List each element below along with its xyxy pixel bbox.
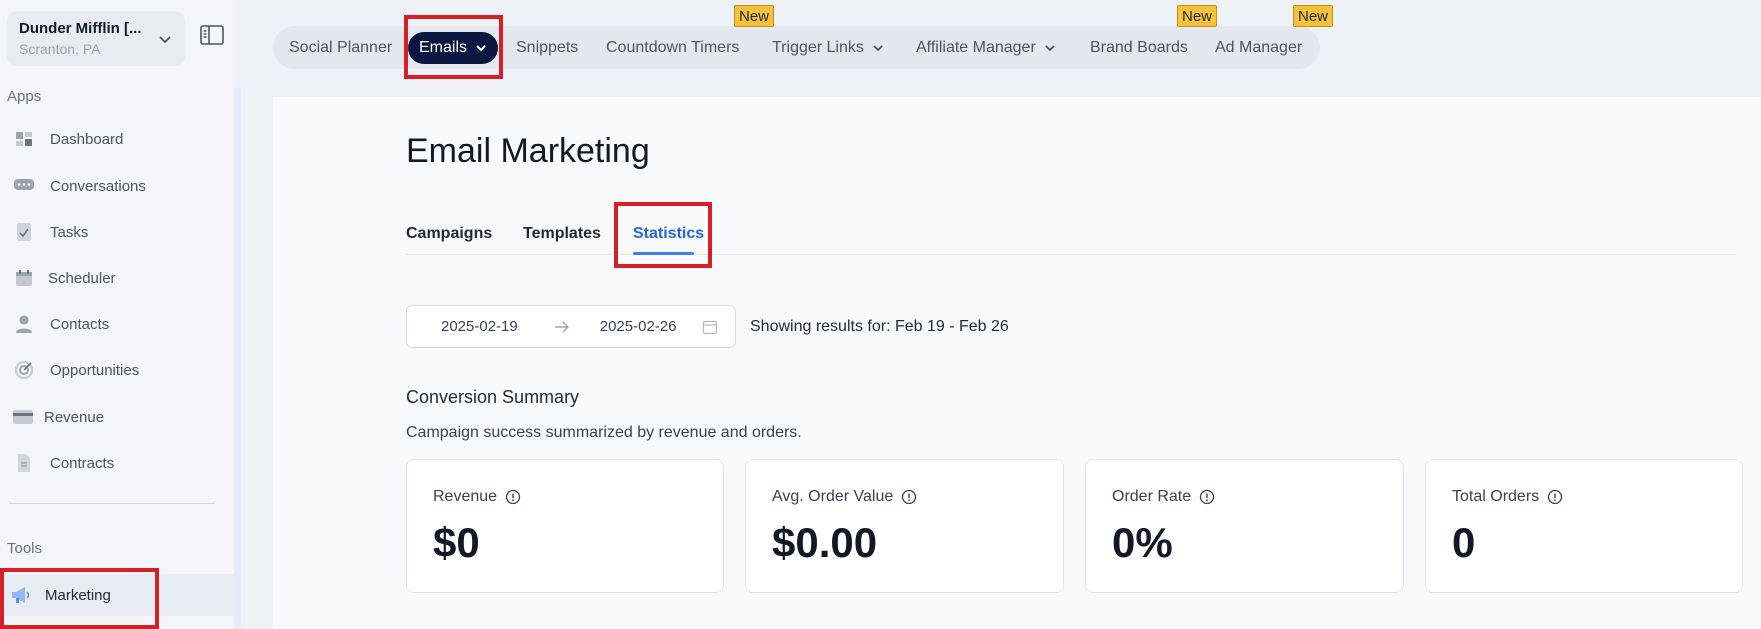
tab-trigger-links[interactable]: Trigger Links	[772, 26, 884, 69]
sidebar-item-label: Conversations	[50, 177, 146, 195]
sidebar-item-scheduler[interactable]: Scheduler	[7, 258, 232, 298]
tab-snippets[interactable]: Snippets	[516, 26, 578, 69]
sidebar-item-label: Scheduler	[48, 269, 116, 287]
main-content: Email Marketing Campaigns Templates Stat…	[273, 97, 1761, 629]
sidebar-item-marketing[interactable]: Marketing	[0, 574, 234, 616]
tab-templates[interactable]: Templates	[523, 225, 601, 243]
calendar-icon	[703, 320, 718, 334]
date-range-picker[interactable]: 2025-02-19 2025-02-26	[406, 305, 736, 348]
order-rate-card: Order Rate 0%	[1085, 459, 1404, 593]
new-badge: New	[734, 5, 775, 27]
account-location: Scranton, PA	[19, 41, 101, 57]
tab-brand-boards[interactable]: Brand Boards	[1090, 26, 1188, 69]
info-icon[interactable]	[1199, 489, 1215, 505]
tabs-divider	[406, 254, 1736, 255]
sidebar-item-tasks[interactable]: Tasks	[7, 212, 232, 252]
chevron-down-icon	[873, 44, 883, 51]
sidebar-item-label: Opportunities	[50, 361, 140, 379]
results-range-text: Showing results for: Feb 19 - Feb 26	[750, 318, 1009, 335]
date-start-input[interactable]: 2025-02-19	[441, 318, 518, 335]
sidebar-item-label: Revenue	[44, 408, 105, 426]
chevron-down-icon	[1045, 44, 1055, 51]
sidebar-item-dashboard[interactable]: Dashboard	[7, 119, 232, 159]
date-end-input[interactable]: 2025-02-26	[600, 318, 677, 335]
revenue-card: Revenue $0	[406, 459, 724, 593]
megaphone-icon	[10, 584, 32, 606]
sidebar-item-contracts[interactable]: Contracts	[7, 443, 232, 483]
dashboard-icon	[13, 128, 35, 150]
info-icon[interactable]	[901, 489, 917, 505]
account-name: Dunder Mifflin [...	[19, 20, 142, 37]
card-label: Revenue	[433, 488, 498, 505]
sidebar-item-label: Contracts	[50, 454, 115, 472]
arrow-right-icon	[554, 321, 569, 332]
sidebar-item-label: Marketing	[45, 586, 111, 604]
sidebar-item-conversations[interactable]: Conversations	[7, 166, 232, 206]
sidebar-item-label: Dashboard	[50, 130, 124, 148]
card-value: 0	[1452, 519, 1476, 566]
person-icon	[13, 313, 35, 335]
tasks-icon	[13, 221, 35, 243]
info-icon[interactable]	[505, 489, 521, 505]
calendar-icon	[13, 267, 35, 289]
avg-order-value-card: Avg. Order Value $0.00	[745, 459, 1064, 593]
tab-statistics[interactable]: Statistics	[633, 225, 704, 243]
sidebar-item-label: Tasks	[50, 223, 89, 241]
page-title: Email Marketing	[406, 132, 650, 170]
target-icon	[13, 359, 35, 381]
tab-affiliate-manager[interactable]: Affiliate Manager	[916, 26, 1056, 69]
active-tab-indicator	[633, 252, 694, 255]
sidebar-item-label: Contacts	[50, 315, 110, 333]
chat-icon	[13, 175, 35, 197]
info-icon[interactable]	[1547, 489, 1563, 505]
sidebar-item-opportunities[interactable]: Opportunities	[7, 350, 232, 390]
new-badge: New	[1177, 5, 1218, 27]
chevron-down-icon	[476, 45, 486, 52]
document-icon	[13, 452, 35, 474]
tools-section-label: Tools	[7, 540, 43, 557]
card-value: $0.00	[772, 519, 878, 566]
top-navigation: Social Planner Emails Snippets Countdown…	[273, 26, 1320, 69]
chevron-down-icon	[159, 36, 171, 44]
credit-card-icon	[12, 406, 34, 428]
tab-campaigns[interactable]: Campaigns	[406, 225, 492, 243]
tab-social-planner[interactable]: Social Planner	[289, 26, 392, 69]
sidebar-scrollbar[interactable]	[234, 88, 241, 629]
card-label: Total Orders	[1452, 488, 1540, 505]
card-label: Order Rate	[1112, 488, 1192, 505]
sidebar-item-revenue[interactable]: Revenue	[7, 397, 232, 437]
sidebar-item-contacts[interactable]: Contacts	[7, 304, 232, 344]
card-value: 0%	[1112, 519, 1173, 566]
conversion-summary-subtitle: Campaign success summarized by revenue a…	[406, 424, 802, 441]
tab-countdown-timers[interactable]: Countdown Timers	[606, 26, 739, 69]
card-value: $0	[433, 519, 480, 566]
card-label: Avg. Order Value	[772, 488, 894, 505]
account-switcher[interactable]: Dunder Mifflin [... Scranton, PA	[7, 11, 185, 66]
tab-emails[interactable]: Emails	[408, 32, 498, 64]
sidebar-toggle-icon[interactable]	[200, 24, 224, 46]
total-orders-card: Total Orders 0	[1425, 459, 1743, 593]
sidebar: Dunder Mifflin [... Scranton, PA Apps Da…	[0, 0, 235, 629]
tab-ad-manager[interactable]: Ad Manager	[1215, 26, 1302, 69]
conversion-summary-title: Conversion Summary	[406, 387, 580, 407]
apps-section-label: Apps	[7, 88, 42, 105]
new-badge: New	[1293, 5, 1334, 27]
sidebar-divider	[9, 503, 215, 504]
